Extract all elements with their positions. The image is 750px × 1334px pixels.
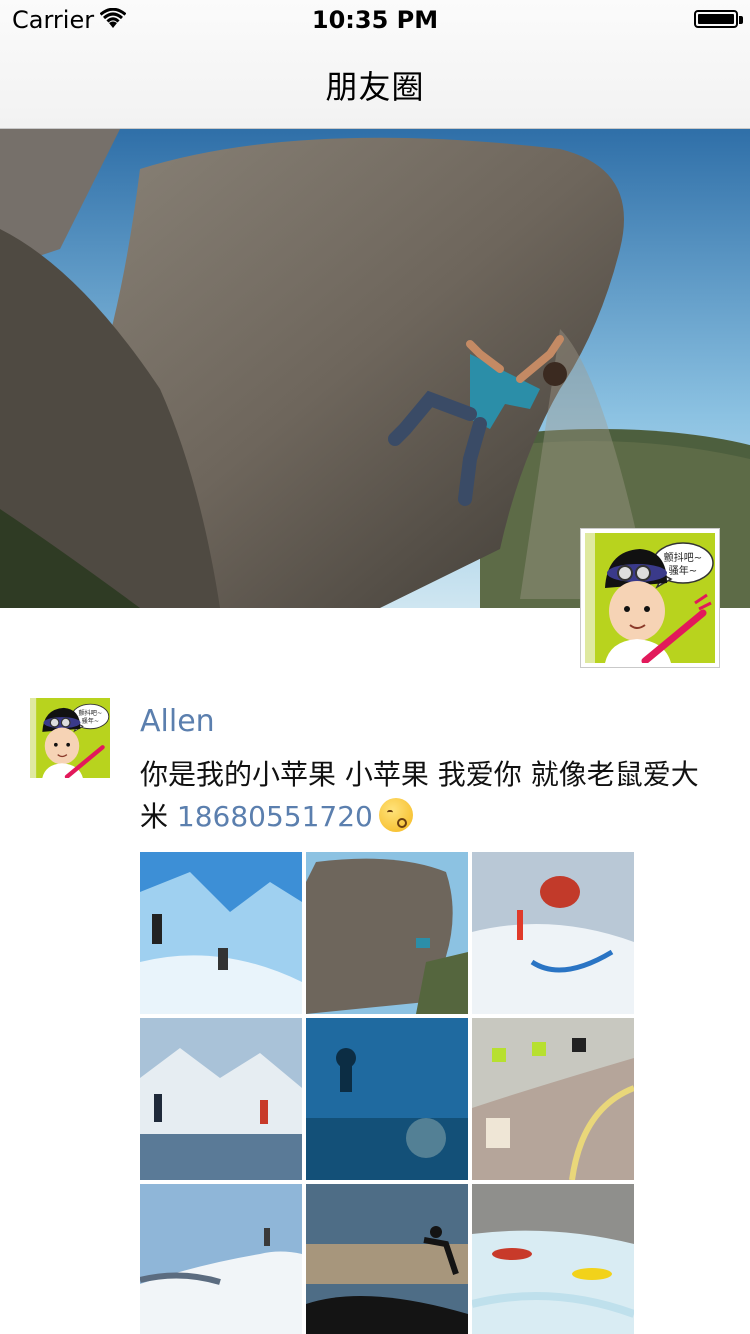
ice-climber-photo bbox=[472, 852, 634, 1014]
kissing-emoji-icon bbox=[378, 798, 413, 832]
photo-thumb-4[interactable] bbox=[140, 1018, 302, 1180]
rock-climber-photo bbox=[306, 852, 468, 1014]
top-bar: Carrier 10:35 PM 朋友圈 bbox=[0, 0, 750, 129]
avatar-bubble-text-1: 颤抖吧~ bbox=[664, 551, 702, 564]
silhouette-jumper-photo bbox=[306, 1184, 468, 1334]
photo-thumb-1[interactable] bbox=[140, 852, 302, 1014]
photo-thumb-7[interactable] bbox=[140, 1184, 302, 1334]
post-author-name[interactable]: Allen bbox=[140, 704, 215, 739]
avatar-bubble-text-2: 骚年~ bbox=[82, 717, 99, 725]
photo-thumb-9[interactable] bbox=[472, 1184, 634, 1334]
moments-screen: Carrier 10:35 PM 朋友圈 颤抖吧~ 骚年~ 颤抖吧~ 骚年~ A… bbox=[0, 0, 750, 1334]
post-photo-grid bbox=[140, 852, 634, 1334]
profile-avatar[interactable]: 颤抖吧~ 骚年~ bbox=[580, 528, 720, 668]
photo-thumb-8[interactable] bbox=[306, 1184, 468, 1334]
photo-thumb-2[interactable] bbox=[306, 852, 468, 1014]
mountain-hikers-photo bbox=[140, 1018, 302, 1180]
status-time: 10:35 PM bbox=[311, 6, 439, 34]
photo-thumb-3[interactable] bbox=[472, 852, 634, 1014]
cyclists-photo bbox=[472, 1018, 634, 1180]
avatar-bubble-text-1: 颤抖吧~ bbox=[79, 709, 103, 717]
cartoon-avatar-image: 颤抖吧~ 骚年~ bbox=[30, 698, 110, 779]
battery-tip bbox=[739, 16, 743, 24]
post-content: 你是我的小苹果 小苹果 我爱你 就像老鼠爱大米 18680551720 bbox=[140, 754, 720, 838]
scuba-diver-photo bbox=[306, 1018, 468, 1180]
post-author-avatar[interactable]: 颤抖吧~ 骚年~ bbox=[30, 698, 110, 779]
avatar-bubble-text-2: 骚年~ bbox=[669, 564, 697, 577]
snow-climbers-photo bbox=[140, 852, 302, 1014]
snow-summit-photo bbox=[140, 1184, 302, 1334]
battery-icon bbox=[694, 10, 738, 28]
photo-thumb-6[interactable] bbox=[472, 1018, 634, 1180]
page-title: 朋友圈 bbox=[325, 68, 425, 106]
kayakers-photo bbox=[472, 1184, 634, 1334]
cartoon-avatar-image: 颤抖吧~ 骚年~ bbox=[585, 533, 715, 665]
status-bar: Carrier 10:35 PM bbox=[0, 0, 750, 40]
photo-thumb-5[interactable] bbox=[306, 1018, 468, 1180]
post-phone-link[interactable]: 18680551720 bbox=[177, 800, 373, 833]
